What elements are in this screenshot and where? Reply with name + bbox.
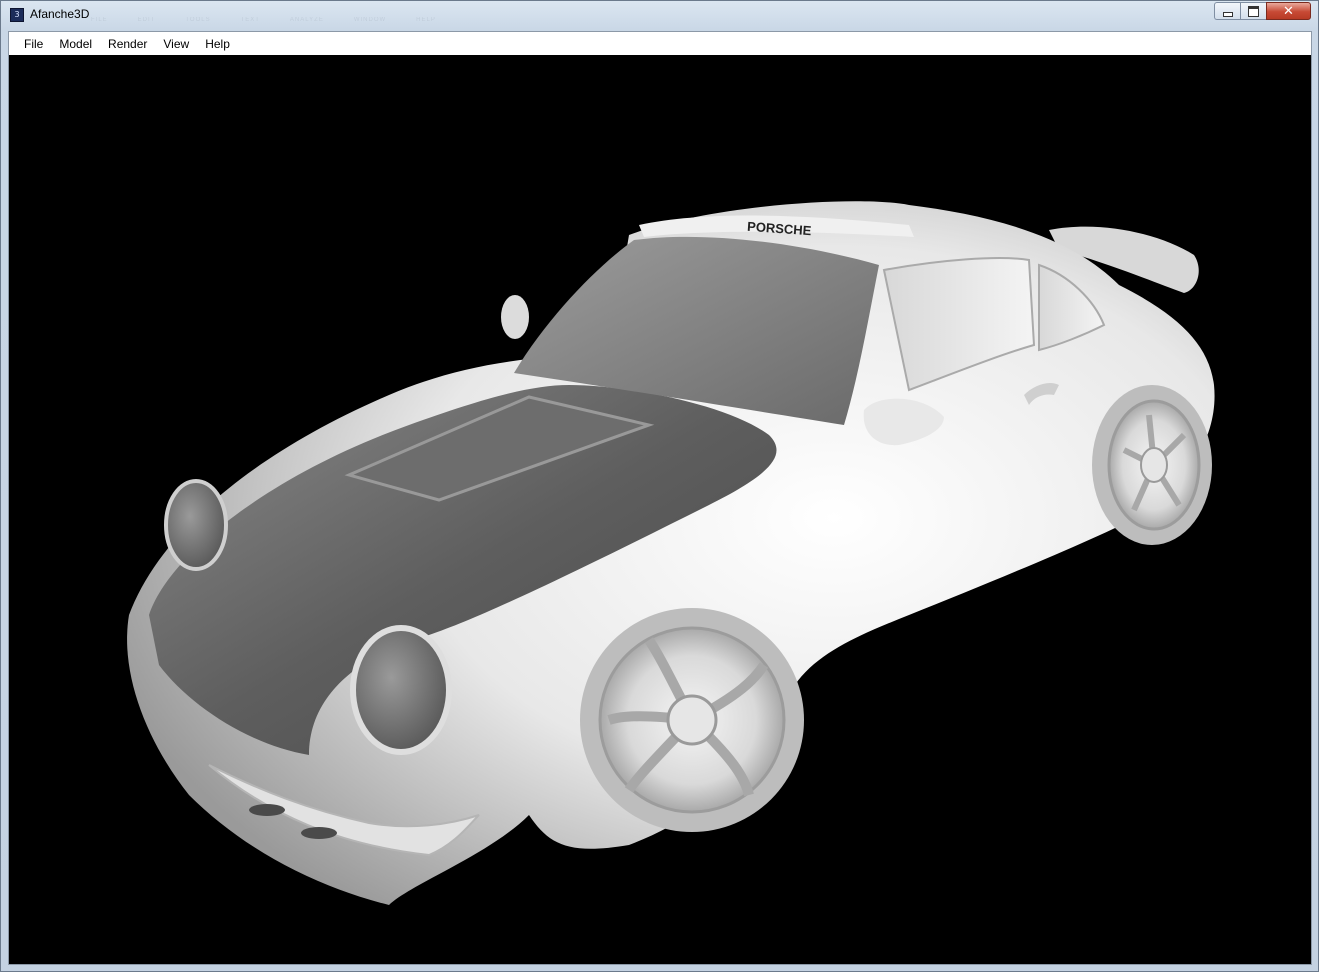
close-button[interactable]: ✕	[1266, 2, 1311, 20]
menu-view[interactable]: View	[156, 34, 196, 54]
ghost-menu-item: WINDOW	[353, 17, 387, 23]
3d-viewport[interactable]: PORSCHE	[9, 55, 1311, 964]
left-mirror	[501, 295, 529, 339]
ghost-menu-item: TOOLS	[185, 17, 211, 23]
title-bar[interactable]: 3 Afanche3D FILE EDIT TOOLS TEXT ANALYZE…	[1, 1, 1318, 31]
app-window: 3 Afanche3D FILE EDIT TOOLS TEXT ANALYZE…	[0, 0, 1319, 972]
client-area: File Model Render View Help PORSCHE	[8, 31, 1312, 965]
menu-file[interactable]: File	[17, 34, 50, 54]
ghost-menu-item: TEXT	[240, 17, 260, 23]
minimize-icon	[1222, 11, 1233, 17]
menu-render[interactable]: Render	[101, 34, 154, 54]
rear-wheel-hub	[1140, 447, 1168, 483]
menu-help[interactable]: Help	[198, 34, 237, 54]
left-headlight	[164, 479, 228, 571]
ghost-menu-item: HELP	[416, 17, 436, 23]
caption-buttons: ✕	[1214, 2, 1311, 20]
close-icon: ✕	[1283, 3, 1294, 18]
app-logo-icon[interactable]: 3	[10, 8, 24, 22]
ghost-menu-item: FILE	[91, 17, 108, 23]
front-wheel-hub	[666, 694, 718, 746]
car-model-render[interactable]: PORSCHE	[9, 55, 1311, 964]
front-vent-left	[249, 804, 285, 816]
window-title: Afanche3D	[30, 7, 90, 21]
front-vent-right	[301, 827, 337, 839]
right-headlight	[350, 625, 452, 755]
minimize-button[interactable]	[1214, 2, 1240, 20]
menu-model[interactable]: Model	[52, 34, 99, 54]
ghost-menu-overlay: FILE EDIT TOOLS TEXT ANALYZE WINDOW HELP	[91, 17, 436, 23]
menu-bar: File Model Render View Help	[9, 32, 1311, 56]
ghost-menu-item: ANALYZE	[289, 17, 324, 23]
maximize-button[interactable]	[1240, 2, 1266, 20]
maximize-icon	[1248, 5, 1259, 17]
ghost-menu-item: EDIT	[137, 17, 156, 23]
